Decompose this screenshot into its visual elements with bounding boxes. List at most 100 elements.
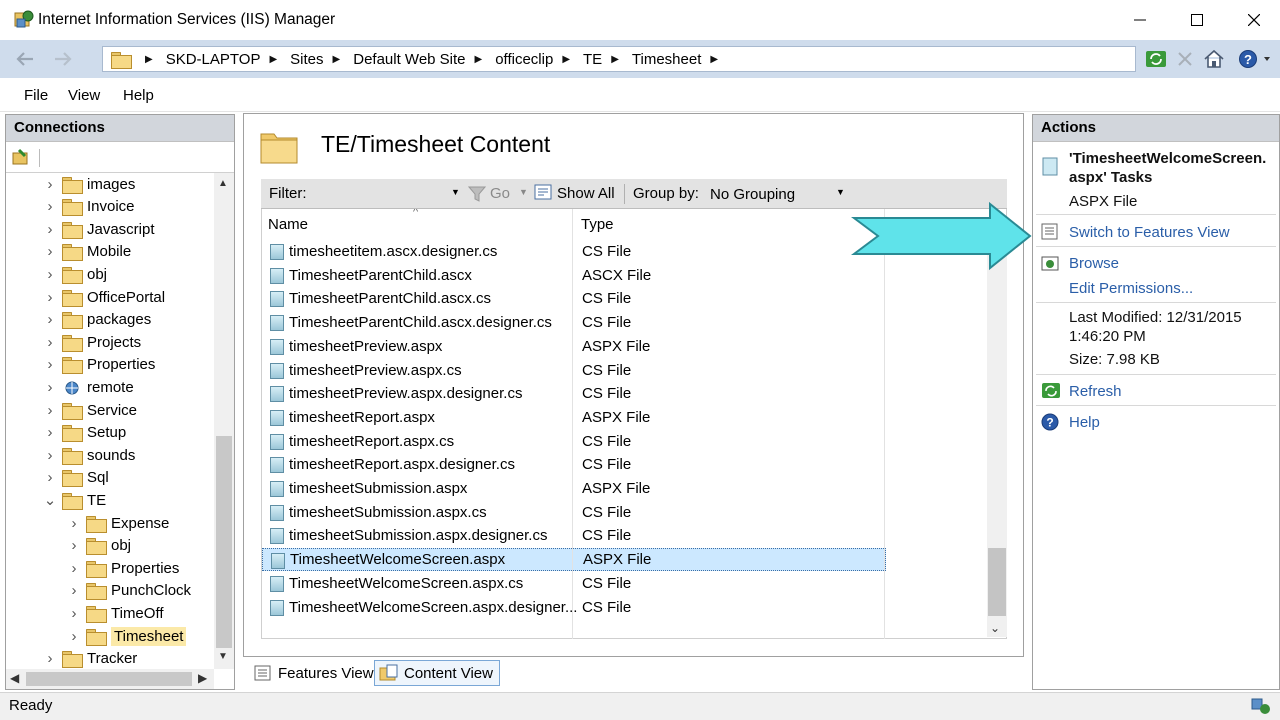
file-row[interactable]: timesheetSubmission.aspx.designer.cs CS F…: [262, 524, 886, 547]
collapsed-chevron-icon[interactable]: ›: [42, 402, 58, 419]
file-row[interactable]: timesheetReport.aspx.cs CS File: [262, 430, 886, 453]
tree-item[interactable]: › remote: [42, 376, 134, 398]
collapsed-chevron-icon[interactable]: ›: [42, 334, 58, 351]
collapsed-chevron-icon[interactable]: ›: [42, 266, 58, 283]
collapsed-chevron-icon[interactable]: ›: [66, 582, 82, 599]
tree-item[interactable]: › obj: [66, 535, 131, 557]
file-row[interactable]: TimesheetWelcomeScreen.aspx.cs CS File: [262, 572, 886, 595]
collapsed-chevron-icon[interactable]: ›: [42, 469, 58, 486]
group-by-select[interactable]: No Grouping: [710, 186, 795, 203]
filter-input[interactable]: [311, 182, 461, 206]
forward-button[interactable]: [46, 46, 80, 72]
file-row[interactable]: TimesheetParentChild.ascx.designer.cs CS …: [262, 311, 886, 334]
maximize-button[interactable]: [1169, 0, 1225, 40]
list-scroll-thumb[interactable]: [988, 548, 1006, 616]
collapsed-chevron-icon[interactable]: ›: [42, 221, 58, 238]
tree-item[interactable]: › sounds: [42, 444, 135, 466]
scroll-right-icon[interactable]: ▶: [198, 671, 207, 685]
close-button[interactable]: [1226, 0, 1280, 40]
breadcrumb-item[interactable]: officeclip: [495, 51, 553, 68]
collapsed-chevron-icon[interactable]: ›: [42, 289, 58, 306]
edit-permissions-link[interactable]: Edit Permissions...: [1069, 280, 1193, 297]
browse-link[interactable]: Browse: [1069, 255, 1119, 272]
go-button[interactable]: Go: [490, 185, 510, 202]
collapsed-chevron-icon[interactable]: ›: [42, 447, 58, 464]
file-row[interactable]: TimesheetParentChild.ascx.cs CS File: [262, 287, 886, 310]
tree-item[interactable]: › Tracker: [42, 648, 137, 669]
collapsed-chevron-icon[interactable]: ›: [42, 243, 58, 260]
tree-item[interactable]: › Timesheet: [66, 625, 187, 647]
minimize-button[interactable]: [1112, 0, 1168, 40]
menu-view[interactable]: View: [68, 87, 100, 104]
breadcrumb-item[interactable]: Timesheet: [632, 51, 701, 68]
breadcrumb-item[interactable]: Sites: [290, 51, 323, 68]
collapsed-chevron-icon[interactable]: ›: [42, 424, 58, 441]
tree-item[interactable]: › Setup: [42, 422, 126, 444]
tree-item[interactable]: › obj: [42, 263, 107, 285]
collapsed-chevron-icon[interactable]: ›: [42, 379, 58, 396]
file-row[interactable]: timesheetReport.aspx.designer.cs CS File: [262, 453, 886, 476]
tree-item[interactable]: › Sql: [42, 467, 109, 489]
tree-item[interactable]: › Properties: [42, 354, 155, 376]
refresh-toolbar-button[interactable]: [1143, 46, 1169, 72]
chevron-down-icon[interactable]: ▼: [519, 187, 528, 197]
chevron-down-icon[interactable]: ▼: [451, 187, 460, 197]
file-row[interactable]: TimesheetWelcomeScreen.aspx.designer... C…: [262, 596, 886, 619]
collapsed-chevron-icon[interactable]: ›: [66, 515, 82, 532]
home-toolbar-button[interactable]: [1201, 46, 1227, 72]
tree-item[interactable]: › PunchClock: [66, 580, 191, 602]
help-toolbar-button[interactable]: ?: [1236, 46, 1276, 72]
tree-item[interactable]: › Service: [42, 399, 137, 421]
breadcrumb[interactable]: ▶ SKD-LAPTOP ▶ Sites ▶ Default Web Site …: [102, 46, 1136, 72]
tree-item[interactable]: › Expense: [66, 512, 169, 534]
column-divider[interactable]: [884, 209, 885, 639]
tree-item[interactable]: › Mobile: [42, 241, 131, 263]
tree-item[interactable]: › Projects: [42, 331, 141, 353]
breadcrumb-item[interactable]: Default Web Site: [353, 51, 465, 68]
tree-item[interactable]: › packages: [42, 309, 151, 331]
breadcrumb-item[interactable]: SKD-LAPTOP: [166, 51, 261, 68]
switch-to-features-view-link[interactable]: Switch to Features View: [1069, 224, 1230, 241]
tree-item[interactable]: › Javascript: [42, 218, 155, 240]
collapsed-chevron-icon[interactable]: ›: [42, 176, 58, 193]
collapsed-chevron-icon[interactable]: ›: [42, 311, 58, 328]
tree-item[interactable]: › OfficePortal: [42, 286, 165, 308]
tab-content-view[interactable]: Content View: [374, 660, 500, 686]
file-row[interactable]: timesheetSubmission.aspx.cs CS File: [262, 501, 886, 524]
back-button[interactable]: [8, 46, 42, 72]
show-all-button[interactable]: Show All: [557, 185, 615, 202]
expanded-chevron-icon[interactable]: ⌄: [42, 491, 58, 509]
scroll-left-icon[interactable]: ◀: [10, 671, 19, 685]
collapsed-chevron-icon[interactable]: ›: [66, 560, 82, 577]
collapsed-chevron-icon[interactable]: ›: [42, 198, 58, 215]
column-header-name[interactable]: Name: [268, 216, 308, 233]
refresh-link[interactable]: Refresh: [1069, 383, 1122, 400]
scroll-down-icon[interactable]: ⌄: [990, 621, 1000, 635]
collapsed-chevron-icon[interactable]: ›: [66, 605, 82, 622]
scroll-up-icon[interactable]: ▲: [218, 178, 228, 189]
file-row[interactable]: TimesheetWelcomeScreen.aspx ASPX File: [262, 548, 886, 572]
file-row[interactable]: timesheetPreview.aspx ASPX File: [262, 335, 886, 358]
breadcrumb-item[interactable]: TE: [583, 51, 602, 68]
chevron-down-icon[interactable]: ▼: [836, 187, 845, 197]
column-header-type[interactable]: Type: [581, 216, 614, 233]
tree-hscroll-thumb[interactable]: [26, 672, 192, 686]
file-row[interactable]: TimesheetParentChild.ascx ASCX File: [262, 264, 886, 287]
collapsed-chevron-icon[interactable]: ›: [42, 650, 58, 667]
file-row[interactable]: timesheetPreview.aspx.cs CS File: [262, 359, 886, 382]
column-divider[interactable]: [572, 209, 573, 639]
file-row[interactable]: timesheetSubmission.aspx ASPX File: [262, 477, 886, 500]
file-row[interactable]: timesheetPreview.aspx.designer.cs CS File: [262, 382, 886, 405]
tree-item[interactable]: › Invoice: [42, 196, 135, 218]
connect-icon[interactable]: [11, 148, 31, 166]
collapsed-chevron-icon[interactable]: ›: [66, 537, 82, 554]
collapsed-chevron-icon[interactable]: ›: [66, 628, 82, 645]
menu-help[interactable]: Help: [123, 87, 154, 104]
file-row[interactable]: timesheetitem.ascx.designer.cs CS File: [262, 240, 886, 263]
tree-item[interactable]: › images: [42, 173, 135, 195]
tree-item[interactable]: ⌄ TE: [42, 489, 106, 511]
menu-file[interactable]: File: [24, 87, 48, 104]
collapsed-chevron-icon[interactable]: ›: [42, 356, 58, 373]
tree-item[interactable]: › TimeOff: [66, 602, 164, 624]
tree-item[interactable]: › Properties: [66, 557, 179, 579]
